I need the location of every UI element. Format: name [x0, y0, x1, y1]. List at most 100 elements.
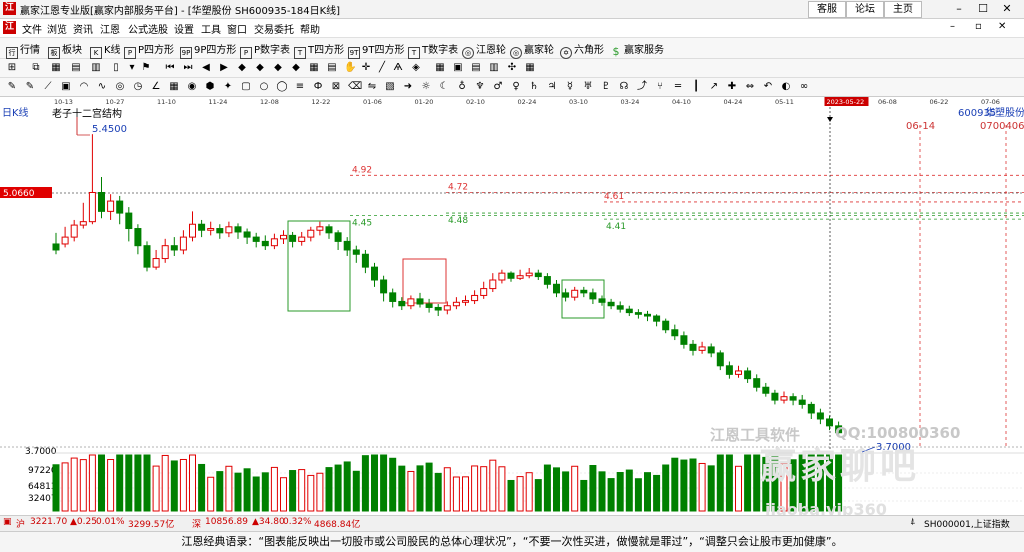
last-page-icon[interactable]: ⏭	[182, 62, 194, 74]
save-icon[interactable]: ▣	[452, 62, 464, 74]
eraser-tool-icon[interactable]: ⌫	[348, 81, 362, 93]
toolbar-t-table[interactable]: T T数字表	[408, 41, 458, 59]
box-tool-icon[interactable]: ▢	[240, 81, 252, 93]
tools-icon[interactable]: ✣	[506, 62, 518, 74]
cursor-tool-icon[interactable]: ⊞	[6, 62, 18, 74]
close-icon[interactable]: ✕	[996, 1, 1018, 16]
level-tool-icon[interactable]: ═	[672, 81, 684, 93]
square-tool-icon[interactable]: ▣	[60, 81, 72, 93]
sun-tool-icon[interactable]: ☼	[420, 81, 432, 93]
saturn-tool-icon[interactable]: ♄	[528, 81, 540, 93]
next-icon[interactable]: ▶	[218, 62, 230, 74]
pen-red-icon[interactable]: ✎	[6, 81, 18, 93]
toolbar-winner-wheel[interactable]: ◎ 赢家轮	[510, 41, 554, 59]
palette-icon[interactable]: ◐	[780, 81, 792, 93]
jupiter-tool-icon[interactable]: ♃	[546, 81, 558, 93]
zoom-tool-icon[interactable]: ⧉	[30, 62, 42, 74]
pen-blue-icon[interactable]: ✎	[24, 81, 36, 93]
hand-tool-icon[interactable]: ✋	[344, 62, 356, 74]
gann-box-icon[interactable]: ⊠	[330, 81, 342, 93]
menu-formula[interactable]: 公式选股	[128, 21, 168, 36]
spiral-tool-icon[interactable]: ◉	[186, 81, 198, 93]
child-close-icon[interactable]: ✕	[998, 21, 1006, 32]
mirror-tool-icon[interactable]: ⇋	[366, 81, 378, 93]
infinity-icon[interactable]: ∞	[798, 81, 810, 93]
toolbar-sector[interactable]: 板板块	[48, 41, 82, 59]
menu-help[interactable]: 帮助	[300, 21, 320, 36]
list-tool-icon[interactable]: ▤	[70, 62, 82, 74]
toolbar-p-table[interactable]: P P数字表	[240, 41, 290, 59]
vline-tool-icon[interactable]: ┃	[690, 81, 702, 93]
cycle-tool-icon[interactable]: ◎	[114, 81, 126, 93]
diamond-a-icon[interactable]: ◆	[236, 62, 248, 74]
menu-settings[interactable]: 设置	[174, 21, 194, 36]
mercury-tool-icon[interactable]: ☿	[564, 81, 576, 93]
grid2-tool-icon[interactable]: ▦	[168, 81, 180, 93]
service-link[interactable]: 客服	[808, 1, 846, 18]
homepage-link[interactable]: 主页	[884, 1, 922, 18]
prev-icon[interactable]: ◀	[200, 62, 212, 74]
venus-tool-icon[interactable]: ♀	[510, 81, 522, 93]
zone-tool-icon[interactable]: ▧	[384, 81, 396, 93]
pluto-tool-icon[interactable]: ♇	[600, 81, 612, 93]
toolbar-kline[interactable]: K K线	[90, 41, 121, 59]
first-page-icon[interactable]: ⏮	[164, 62, 176, 74]
planet-tool-icon[interactable]: ♁	[456, 81, 468, 93]
fire-tool-icon[interactable]: ♆	[474, 81, 486, 93]
dropdown-icon[interactable]: ▾	[126, 62, 138, 74]
toolbar-t-square[interactable]: T T四方形	[294, 41, 344, 59]
wave-tool-icon[interactable]: ∿	[96, 81, 108, 93]
moon-tool-icon[interactable]: ☾	[438, 81, 450, 93]
export-icon[interactable]: ▥	[488, 62, 500, 74]
angle-tool-icon[interactable]: ∠	[150, 81, 162, 93]
diamond-b-icon[interactable]: ◆	[254, 62, 266, 74]
menu-info[interactable]: 资讯	[73, 21, 93, 36]
minimize-icon[interactable]: –	[948, 1, 970, 16]
shape-tool-icon[interactable]: ◈	[410, 62, 422, 74]
ellipse-tool-icon[interactable]: ◯	[276, 81, 288, 93]
candle-tool-icon[interactable]: ▯	[110, 62, 122, 74]
diamond-d-icon[interactable]: ◆	[290, 62, 302, 74]
child-minimize-icon[interactable]: –	[950, 21, 955, 32]
child-restore-icon[interactable]: ▫	[975, 21, 982, 32]
menu-gann[interactable]: 江恩	[100, 21, 120, 36]
menu-trade[interactable]: 交易委托	[254, 21, 294, 36]
menu-file[interactable]: 文件	[22, 21, 42, 36]
text-tool-icon[interactable]: Ѧ	[392, 62, 404, 74]
menu-tools[interactable]: 工具	[201, 21, 221, 36]
toolbar-p-square[interactable]: P P四方形	[124, 41, 174, 59]
chart-type-icon[interactable]: ▦	[308, 62, 320, 74]
node-tool-icon[interactable]: ☊	[618, 81, 630, 93]
diamond-c-icon[interactable]: ◆	[272, 62, 284, 74]
toolbar-9p-square[interactable]: 9P 9P四方形	[180, 41, 236, 59]
toolbar-9t-square[interactable]: 9T 9T四方形	[348, 41, 404, 59]
time-tool-icon[interactable]: ◷	[132, 81, 144, 93]
uranus-tool-icon[interactable]: ♅	[582, 81, 594, 93]
maximize-icon[interactable]: ☐	[972, 1, 994, 16]
star-tool-icon[interactable]: ✦	[222, 81, 234, 93]
ray-tool-icon[interactable]: ↗	[708, 81, 720, 93]
forum-link[interactable]: 论坛	[846, 1, 884, 18]
bar-tool-icon[interactable]: ▥	[90, 62, 102, 74]
fork-tool-icon[interactable]: ⑂	[654, 81, 666, 93]
config-icon[interactable]: ▦	[524, 62, 536, 74]
menu-window[interactable]: 窗口	[227, 21, 247, 36]
flag-tool-icon[interactable]: ⚑	[140, 62, 152, 74]
print-icon[interactable]: ▤	[470, 62, 482, 74]
mars-tool-icon[interactable]: ♂	[492, 81, 504, 93]
toolbar-winner-service[interactable]: $ 赢家服务	[610, 41, 665, 57]
trend-tool-icon[interactable]: ⤴	[636, 81, 648, 93]
channel-tool-icon[interactable]: ≡	[294, 81, 306, 93]
toolbar-quote[interactable]: 行行情	[6, 41, 40, 59]
fib-tool-icon[interactable]: Ф	[312, 81, 324, 93]
cross-tool-icon[interactable]: ✛	[360, 62, 372, 74]
arrow-tool-icon[interactable]: ➜	[402, 81, 414, 93]
grid-tool-icon[interactable]: ▦	[50, 62, 62, 74]
table-view-icon[interactable]: ▤	[326, 62, 338, 74]
hex-tool-icon[interactable]: ⬢	[204, 81, 216, 93]
toolbar-gann-wheel[interactable]: ◎ 江恩轮	[462, 41, 506, 59]
circle-tool-icon[interactable]: ○	[258, 81, 270, 93]
measure-tool-icon[interactable]: ⇔	[744, 81, 756, 93]
menu-browse[interactable]: 浏览	[47, 21, 67, 36]
marker-tool-icon[interactable]: ✚	[726, 81, 738, 93]
